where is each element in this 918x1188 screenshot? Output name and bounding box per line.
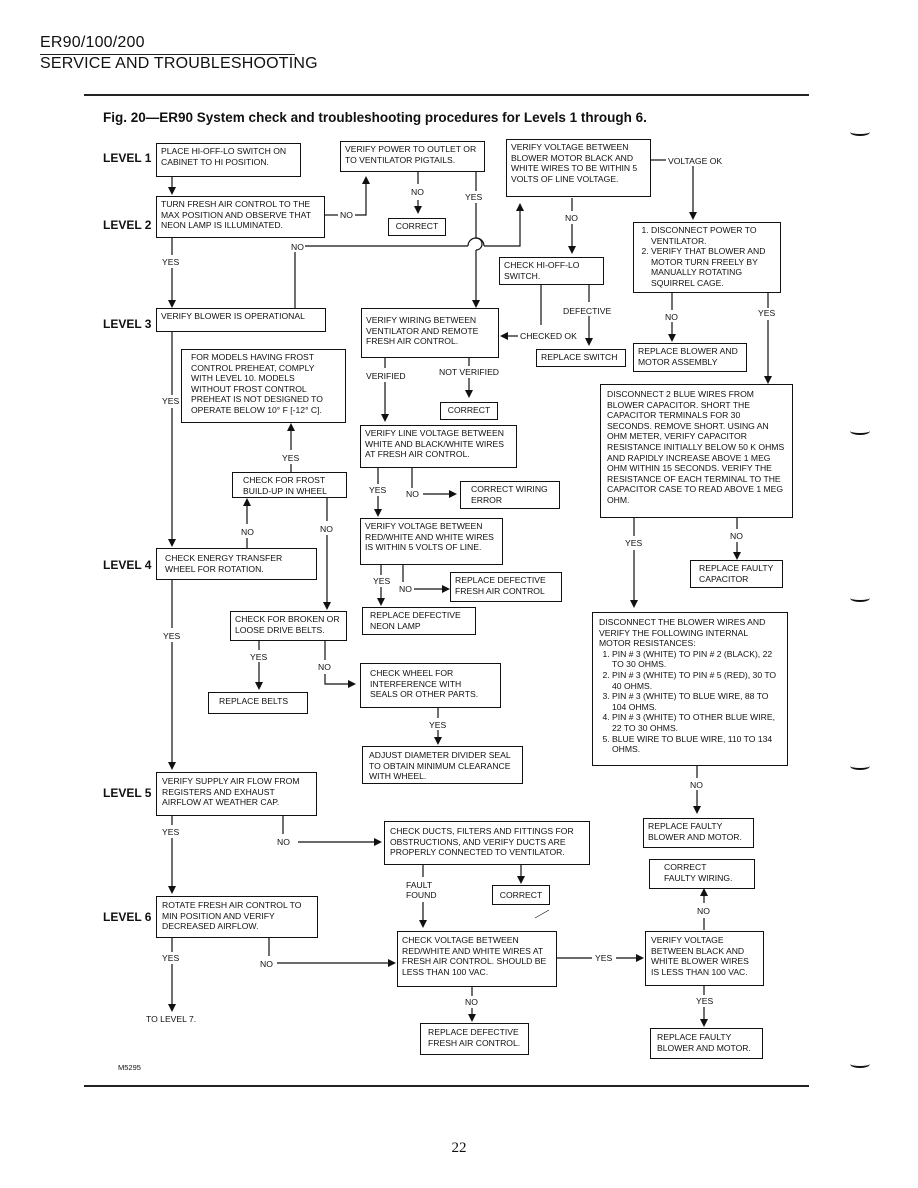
step-verify-blower-voltage: VERIFY VOLTAGE BETWEEN BLOWER MOTOR BLAC… <box>506 139 651 197</box>
arrow-l2-no-power <box>355 176 370 216</box>
edge-mark <box>850 128 870 136</box>
step-turn-fresh-air-control: TURN FRESH AIR CONTROL TO THE MAX POSITI… <box>156 196 325 238</box>
resistance-item: PIN # 3 (WHITE) TO OTHER BLUE WIRE, 22 T… <box>612 712 781 733</box>
label-no: NO <box>465 997 478 1007</box>
label-yes: YES <box>162 953 180 963</box>
step-check-wheel-rotation: CHECK ENERGY TRANSFER WHEEL FOR ROTATION… <box>156 548 317 580</box>
step-check-switch: CHECK HI-OFF-LO SWITCH. <box>499 257 604 285</box>
level-3-label: LEVEL 3 <box>103 317 152 331</box>
level-6-label: LEVEL 6 <box>103 910 152 924</box>
step-replace-fresh-air-control-2: REPLACE DEFECTIVE FRESH AIR CONTROL. <box>420 1023 529 1055</box>
step-check-frost: CHECK FOR FROST BUILD-UP IN WHEEL <box>232 472 347 498</box>
edge-mark <box>850 427 870 435</box>
label-no: NO <box>318 662 331 672</box>
label-no: NO <box>399 584 412 594</box>
step-correct-power: CORRECT <box>388 218 446 236</box>
step-replace-blower-assembly: REPLACE BLOWER AND MOTOR ASSEMBLY <box>633 343 747 372</box>
step-place-switch: PLACE HI-OFF-LO SWITCH ON CABINET TO HI … <box>156 143 301 177</box>
resistance-item: PIN # 3 (WHITE) TO PIN # 5 (RED), 30 TO … <box>612 670 781 691</box>
label-no: NO <box>690 780 703 790</box>
motor-resistances-intro: DISCONNECT THE BLOWER WIRES AND VERIFY T… <box>599 617 766 649</box>
label-no: NO <box>411 187 424 197</box>
label-yes: YES <box>595 953 613 963</box>
label-no: NO <box>730 531 743 541</box>
step-check-belts: CHECK FOR BROKEN OR LOOSE DRIVE BELTS. <box>230 611 347 641</box>
step-correct-faulty-wiring: CORRECT FAULTY WIRING. <box>649 859 755 889</box>
label-fault-found: FAULT FOUND <box>406 880 437 900</box>
to-level-7: TO LEVEL 7. <box>146 1014 197 1024</box>
label-no: NO <box>340 210 353 220</box>
step-replace-faulty-blower-1: REPLACE FAULTY BLOWER AND MOTOR. <box>643 818 754 848</box>
level-5-label: LEVEL 5 <box>103 786 152 800</box>
label-yes: YES <box>373 576 391 586</box>
label-yes: YES <box>162 827 180 837</box>
label-no: NO <box>406 489 419 499</box>
resistance-item: PIN # 3 (WHITE) TO BLUE WIRE, 88 TO 104 … <box>612 691 781 712</box>
step-verify-line-voltage: VERIFY LINE VOLTAGE BETWEEN WHITE AND BL… <box>360 425 517 468</box>
label-yes: YES <box>429 720 447 730</box>
level-2-label: LEVEL 2 <box>103 218 152 232</box>
step-verify-supply-air: VERIFY SUPPLY AIR FLOW FROM REGISTERS AN… <box>156 772 317 816</box>
step-replace-faulty-blower-2: REPLACE FAULTY BLOWER AND MOTOR. <box>650 1028 763 1059</box>
label-yes: YES <box>282 453 300 463</box>
label-yes: YES <box>162 396 180 406</box>
label-yes: YES <box>369 485 387 495</box>
label-defective: DEFECTIVE <box>563 306 612 316</box>
step-correct-ducts: CORRECT <box>492 885 550 905</box>
step-check-voltage-100vac: CHECK VOLTAGE BETWEEN RED/WHITE AND WHIT… <box>397 931 557 987</box>
step-verify-power: VERIFY POWER TO OUTLET OR TO VENTILATOR … <box>340 141 485 172</box>
step-rotate-min: ROTATE FRESH AIR CONTROL TO MIN POSITION… <box>156 896 318 938</box>
label-no: NO <box>241 527 254 537</box>
level-4-label: LEVEL 4 <box>103 558 152 572</box>
step-verify-blower-wires-100vac: VERIFY VOLTAGE BETWEEN BLACK AND WHITE B… <box>645 931 764 986</box>
step-replace-fresh-air-control: REPLACE DEFECTIVE FRESH AIR CONTROL <box>450 572 562 602</box>
label-yes: YES <box>163 631 181 641</box>
resistance-item: PIN # 3 (WHITE) TO PIN # 2 (BLACK), 22 T… <box>612 649 781 670</box>
label-yes: YES <box>250 652 268 662</box>
label-no: NO <box>320 524 333 534</box>
level-1-label: LEVEL 1 <box>103 151 152 165</box>
label-verified: VERIFIED <box>366 371 406 381</box>
edge-mark <box>850 1060 870 1068</box>
figure-code: M5295 <box>118 1063 141 1072</box>
edge-mark <box>850 594 870 602</box>
label-no: NO <box>665 312 678 322</box>
edge-mark <box>850 762 870 770</box>
label-no: NO <box>291 242 304 252</box>
label-no: NO <box>565 213 578 223</box>
step-motor-resistances: DISCONNECT THE BLOWER WIRES AND VERIFY T… <box>592 612 788 766</box>
step-adjust-seal: ADJUST DIAMETER DIVIDER SEAL TO OBTAIN M… <box>362 746 523 784</box>
step-disconnect-power: DISCONNECT POWER TO VENTILATOR. VERIFY T… <box>633 222 781 293</box>
disconnect-step-1: DISCONNECT POWER TO VENTILATOR. <box>651 225 776 246</box>
label-yes: YES <box>465 192 483 202</box>
label-yes: YES <box>696 996 714 1006</box>
resistance-item: BLUE WIRE TO BLUE WIRE, 110 TO 134 OHMS. <box>612 734 781 755</box>
step-correct-wiring-error: CORRECT WIRING ERROR <box>460 481 560 509</box>
page-number: 22 <box>451 1140 467 1156</box>
label-no: NO <box>260 959 273 969</box>
note-frost-control: FOR MODELS HAVING FROST CONTROL PREHEAT,… <box>181 349 346 423</box>
label-no: NO <box>697 906 710 916</box>
step-replace-belts: REPLACE BELTS <box>208 692 308 714</box>
step-test-capacitor: DISCONNECT 2 BLUE WIRES FROM BLOWER CAPA… <box>600 384 793 518</box>
label-checked-ok: CHECKED OK <box>520 331 577 341</box>
bottom-rule <box>84 1085 809 1087</box>
label-not-verified: NOT VERIFIED <box>439 367 500 377</box>
step-verify-wiring: VERIFY WIRING BETWEEN VENTILATOR AND REM… <box>361 308 499 358</box>
label-yes: YES <box>625 538 643 548</box>
step-replace-capacitor: REPLACE FAULTY CAPACITOR <box>690 560 783 588</box>
step-verify-blower-operational: VERIFY BLOWER IS OPERATIONAL <box>156 308 326 332</box>
step-replace-switch: REPLACE SWITCH <box>536 349 626 367</box>
disconnect-step-2: VERIFY THAT BLOWER AND MOTOR TURN FREELY… <box>651 246 776 288</box>
label-yes: YES <box>162 257 180 267</box>
label-voltage-ok: VOLTAGE OK <box>668 156 723 166</box>
step-check-ducts: CHECK DUCTS, FILTERS AND FITTINGS FOR OB… <box>384 821 590 865</box>
step-check-interference: CHECK WHEEL FOR INTERFERENCE WITH SEALS … <box>360 663 501 708</box>
label-no: NO <box>277 837 290 847</box>
step-replace-neon-lamp: REPLACE DEFECTIVE NEON LAMP <box>362 607 476 635</box>
step-verify-redwhite-voltage: VERIFY VOLTAGE BETWEEN RED/WHITE AND WHI… <box>360 518 503 565</box>
step-correct-wiring: CORRECT <box>440 402 498 420</box>
label-yes: YES <box>758 308 776 318</box>
